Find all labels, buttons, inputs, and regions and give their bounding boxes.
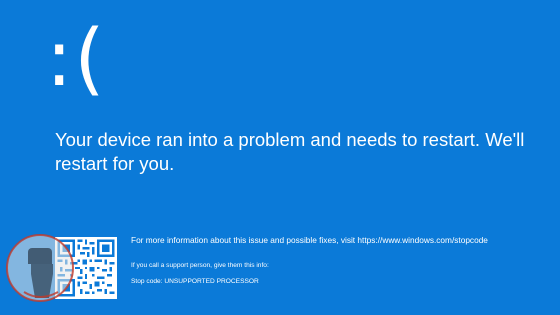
stopcode-info-text: For more information about this issue an… xyxy=(131,235,488,245)
bsod-screen: :( Your device ran into a problem and ne… xyxy=(0,0,560,315)
info-block: For more information about this issue an… xyxy=(131,235,551,287)
fist-logo-watermark-icon xyxy=(4,226,80,310)
stop-code-text: Stop code: UNSUPPORTED PROCESSOR xyxy=(131,278,259,285)
crash-message: Your device ran into a problem and needs… xyxy=(55,129,525,174)
support-hint-text: If you call a support person, give them … xyxy=(131,262,269,269)
sad-face-emoticon: :( xyxy=(46,14,107,104)
